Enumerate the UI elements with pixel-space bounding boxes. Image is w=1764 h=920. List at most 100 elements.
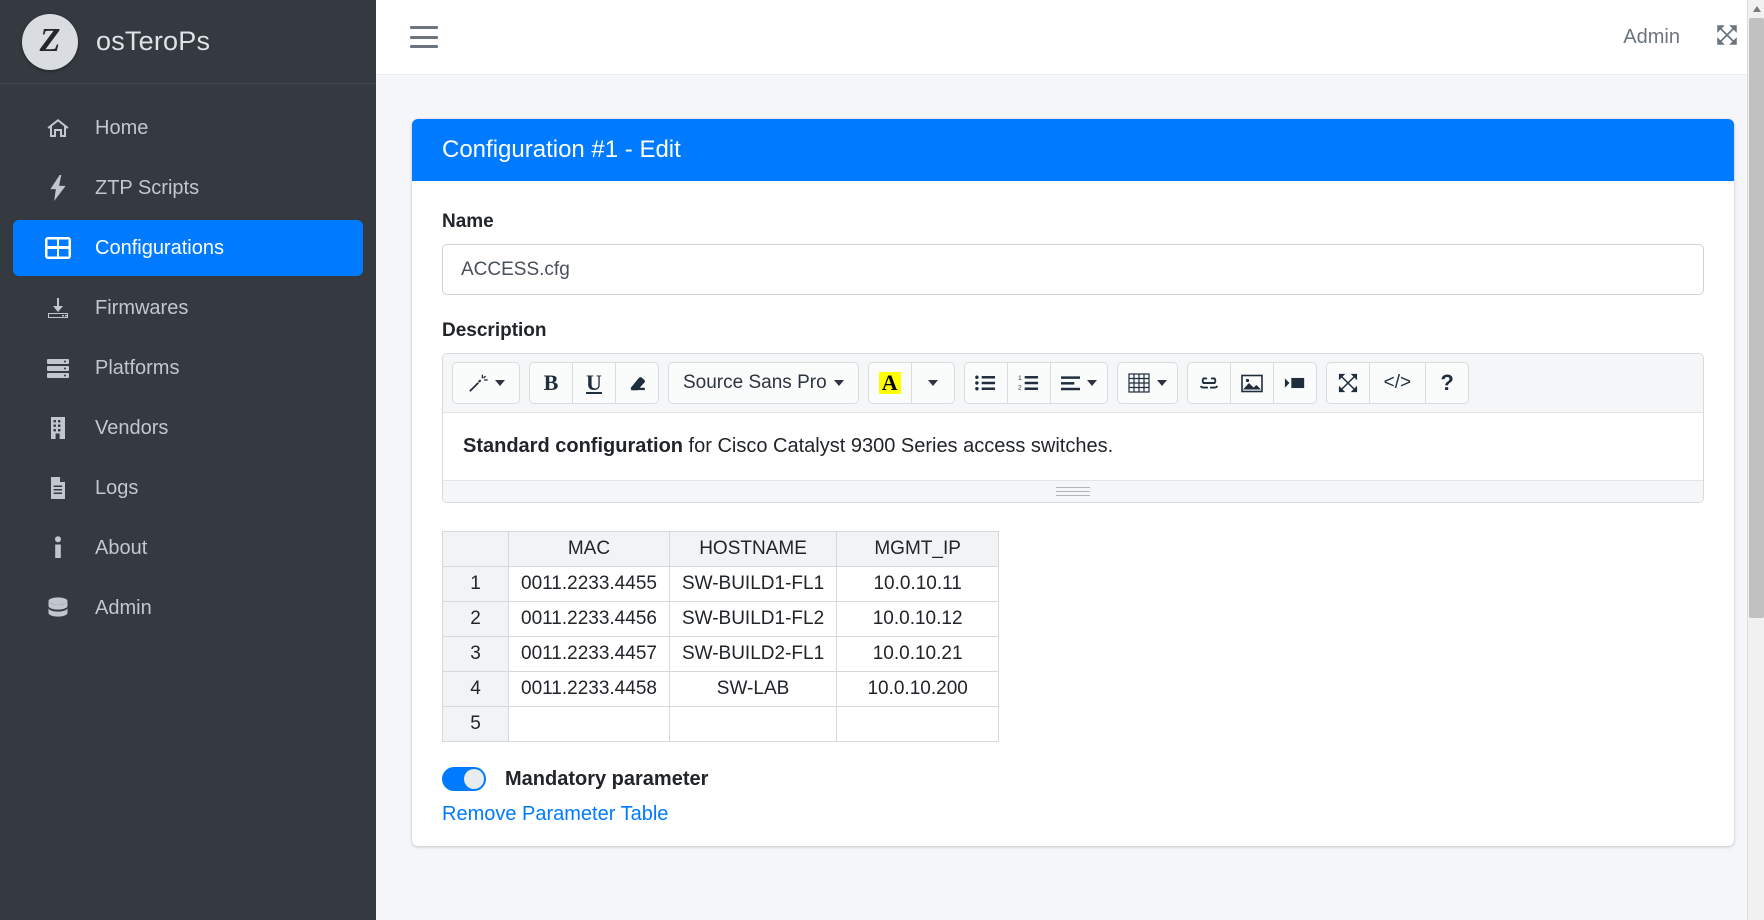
sidebar-item-vendors[interactable]: Vendors: [13, 400, 363, 456]
video-icon[interactable]: [1272, 362, 1317, 404]
mandatory-parameter-row: Mandatory parameter: [442, 767, 1704, 791]
topbar-user-menu[interactable]: Admin: [1623, 26, 1680, 49]
bolt-icon: [43, 175, 73, 201]
file-lines-icon: [43, 475, 73, 501]
style-group: [452, 362, 520, 404]
sidebar-item-label: Platforms: [95, 356, 180, 379]
cell-mgmt-ip[interactable]: 10.0.10.11: [836, 566, 1000, 602]
table-row: 1 0011.2233.4455 SW-BUILD1-FL1 10.0.10.1…: [442, 566, 1000, 602]
sidebar-item-label: Configurations: [95, 236, 224, 259]
download-icon: [43, 295, 73, 321]
cell-hostname[interactable]: SW-BUILD1-FL2: [668, 601, 838, 637]
chevron-down-icon: [927, 380, 938, 386]
sidebar: Z osTeroPs Home ZTP Scripts Configuratio…: [0, 0, 376, 920]
description-rest-text: for Cisco Catalyst 9300 Series access sw…: [683, 435, 1114, 457]
sidebar-item-platforms[interactable]: Platforms: [13, 340, 363, 396]
brand-title: osTeroPs: [96, 26, 211, 56]
highlight-color-button[interactable]: A: [867, 362, 912, 404]
cell-hostname[interactable]: SW-BUILD1-FL1: [668, 566, 838, 602]
row-index: 2: [442, 601, 509, 637]
description-label: Description: [442, 320, 547, 341]
picture-icon[interactable]: [1229, 362, 1274, 404]
card-body: Name Description: [412, 181, 1734, 846]
fullscreen-icon[interactable]: [1325, 362, 1370, 404]
editor-resize-handle[interactable]: [443, 480, 1703, 502]
topbar: Admin: [376, 0, 1764, 75]
help-button[interactable]: ?: [1425, 362, 1470, 404]
table-header-row: MAC HOSTNAME MGMT_IP: [442, 531, 1000, 567]
list-group: 1 2: [963, 362, 1108, 404]
brand[interactable]: Z osTeroPs: [0, 0, 376, 84]
cell-mac[interactable]: 0011.2233.4455: [508, 566, 670, 602]
chevron-down-icon: [1156, 380, 1167, 386]
table-group: [1116, 362, 1178, 404]
link-icon[interactable]: [1186, 362, 1231, 404]
cell-mgmt-ip[interactable]: 10.0.10.200: [836, 671, 1000, 707]
table-icon: [43, 235, 73, 261]
server-icon: [43, 355, 73, 381]
underline-label: U: [586, 370, 602, 395]
cell-mac[interactable]: 0011.2233.4457: [508, 636, 670, 672]
name-input[interactable]: [442, 244, 1704, 295]
chevron-down-icon: [1086, 380, 1097, 386]
code-view-button[interactable]: </>: [1368, 362, 1427, 404]
hamburger-icon[interactable]: [410, 26, 438, 48]
name-label: Name: [442, 211, 494, 232]
description-editor-content[interactable]: Standard configuration for Cisco Catalys…: [443, 413, 1703, 480]
cell-mac[interactable]: 0011.2233.4458: [508, 671, 670, 707]
table-row: 4 0011.2233.4458 SW-LAB 10.0.10.200: [442, 671, 1000, 707]
sidebar-item-ztp-scripts[interactable]: ZTP Scripts: [13, 160, 363, 216]
cell-mgmt-ip[interactable]: 10.0.10.21: [836, 636, 1000, 672]
building-icon: [43, 415, 73, 441]
sidebar-item-firmwares[interactable]: Firmwares: [13, 280, 363, 336]
sidebar-item-configurations[interactable]: Configurations: [13, 220, 363, 276]
sidebar-item-admin[interactable]: Admin: [13, 580, 363, 636]
sidebar-item-label: Vendors: [95, 416, 169, 439]
table-row: 2 0011.2233.4456 SW-BUILD1-FL2 10.0.10.1…: [442, 601, 1000, 637]
main-area: Admin Configuration #1 - Edit Name Descr…: [376, 0, 1764, 920]
cell-hostname[interactable]: SW-LAB: [668, 671, 838, 707]
insert-group: [1186, 362, 1317, 404]
underline-button[interactable]: U: [572, 362, 616, 404]
row-index: 5: [442, 706, 509, 742]
font-family-value: Source Sans Pro: [683, 372, 827, 393]
chevron-down-icon: [495, 380, 505, 386]
cell-mgmt-ip[interactable]: [836, 706, 1000, 742]
remove-parameter-table-link[interactable]: Remove Parameter Table: [442, 803, 668, 826]
row-index: 1: [442, 566, 509, 602]
cell-hostname[interactable]: SW-BUILD2-FL1: [668, 636, 838, 672]
column-header-mac: MAC: [508, 531, 670, 567]
eraser-icon[interactable]: [615, 362, 659, 404]
sidebar-item-label: Home: [95, 116, 149, 139]
cell-mac[interactable]: [508, 706, 670, 742]
paragraph-align-icon[interactable]: [1049, 362, 1108, 404]
toggle-knob: [464, 769, 484, 789]
cell-mgmt-ip[interactable]: 10.0.10.12: [836, 601, 1000, 637]
code-label: </>: [1383, 372, 1412, 393]
highlight-label: A: [878, 372, 901, 394]
sidebar-item-logs[interactable]: Logs: [13, 460, 363, 516]
bold-button[interactable]: B: [529, 362, 573, 404]
cell-hostname[interactable]: [668, 706, 838, 742]
ordered-list-icon[interactable]: 1 2: [1006, 362, 1051, 404]
sidebar-item-label: ZTP Scripts: [95, 176, 200, 199]
mandatory-parameter-toggle[interactable]: [442, 767, 486, 791]
unordered-list-icon[interactable]: [963, 362, 1008, 404]
cell-mac[interactable]: 0011.2233.4456: [508, 601, 670, 637]
column-header-index: [442, 531, 509, 567]
description-editor: B U Source Sans Pro A 1 2 </> ? Standard…: [442, 353, 1704, 503]
scrollbar-thumb[interactable]: [1749, 18, 1764, 618]
sidebar-item-home[interactable]: Home: [13, 100, 363, 156]
magic-wand-icon[interactable]: [452, 362, 520, 404]
font-family-select[interactable]: Source Sans Pro: [668, 362, 859, 404]
sidebar-item-about[interactable]: About: [13, 520, 363, 576]
card-header: Configuration #1 - Edit: [412, 119, 1734, 181]
editor-toolbar: B U Source Sans Pro A 1 2 </> ?: [443, 354, 1703, 413]
table-icon[interactable]: [1116, 362, 1178, 404]
page-scrollbar[interactable]: [1747, 0, 1764, 920]
highlight-color-dropdown[interactable]: [910, 362, 955, 404]
expand-arrows-icon[interactable]: [1714, 22, 1740, 53]
scroll-up-arrow-icon[interactable]: [1748, 0, 1764, 17]
svg-text:1: 1: [1018, 375, 1022, 382]
